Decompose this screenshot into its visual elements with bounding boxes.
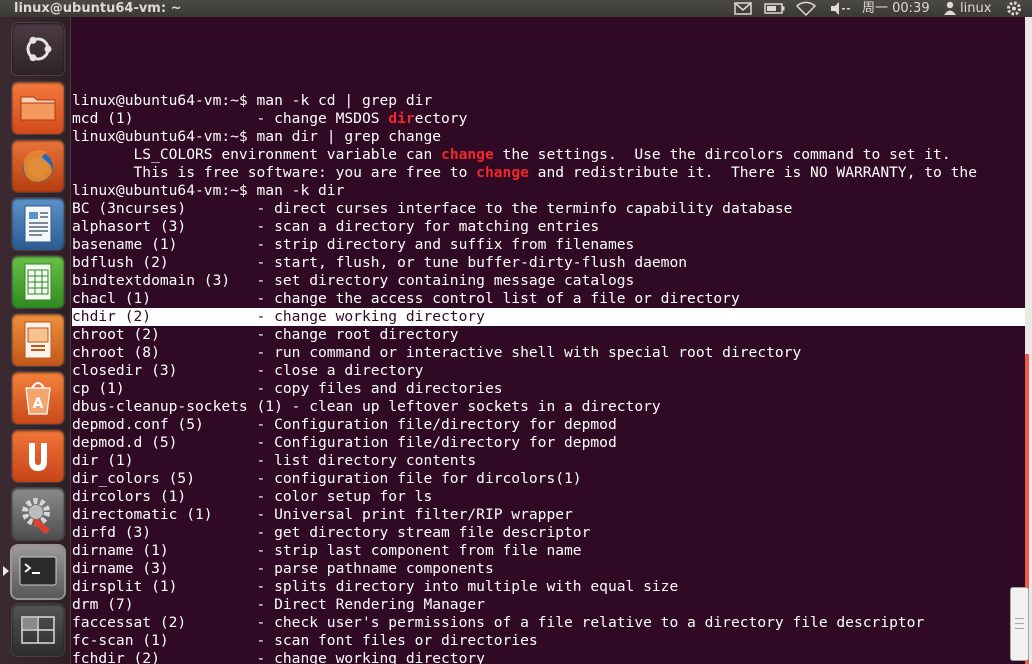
launcher-writer-button[interactable] [12,198,64,250]
terminal-line: chroot (2) - change root directory [72,326,459,343]
firefox-icon [23,150,53,182]
terminal-line: dbus-cleanup-sockets (1) - clean up left… [72,398,661,415]
grep-match: change [441,146,494,163]
terminal-line: directomatic (1) - Universal print filte… [72,506,573,523]
spreadsheet-icon [24,263,52,301]
launcher: A [0,17,71,664]
session-gear-icon[interactable] [1004,0,1024,17]
top-panel: linux@ubuntu64-vm: ~ 周一 00:39 linux [0,0,1032,17]
terminal-line: dirname (3) - parse pathname components [72,560,494,577]
terminal-line: fc-scan (1) - scan font files or directo… [72,632,538,649]
terminal-line: LS_COLORS environment variable can chang… [72,146,1027,164]
user-icon[interactable] [943,0,957,17]
line-segment: LS_COLORS environment variable can [72,146,442,163]
terminal-line: dirsplit (1) - splits directory into mul… [72,578,679,595]
gear-icon [22,498,50,534]
terminal-line: dir (1) - list directory contents [72,452,477,469]
ubuntu-logo-icon [26,36,52,62]
launcher-system-settings-button[interactable] [12,488,64,540]
terminal-line: chroot (8) - run command or interactive … [72,344,802,361]
active-window-indicator [3,566,9,576]
terminal-line: dir_colors (5) - configuration file for … [72,470,582,487]
launcher-files-button[interactable] [12,82,64,134]
launcher-ubuntu-one-button[interactable] [12,430,64,482]
terminal-line: BC (3ncurses) - direct curses interface … [72,200,793,217]
software-center-icon: A [25,382,51,415]
user-name[interactable]: linux [960,0,991,17]
window-title: linux@ubuntu64-vm: ~ [14,1,182,16]
mail-icon[interactable] [734,0,752,17]
terminal-line: dirfd (3) - get directory stream file de… [72,524,591,541]
launcher-terminal-button[interactable] [12,546,64,598]
terminal-line: basename (1) - strip directory and suffi… [72,236,635,253]
document-icon [24,205,52,243]
terminal-line: drm (7) - Direct Rendering Manager [72,596,485,613]
line-segment: and redistribute it. There is NO WARRANT… [528,164,977,181]
terminal-line: alphasort (3) - scan a directory for mat… [72,218,600,235]
grep-match: change [476,164,529,181]
terminal-line: linux@ubuntu64-vm:~$ man -k cd | grep di… [72,92,433,109]
volume-icon[interactable] [829,0,853,17]
terminal-line: bindtextdomain (3) - set directory conta… [72,272,635,289]
terminal-line: linux@ubuntu64-vm:~$ man -k dir [72,182,345,199]
line-segment: ectory [414,110,468,127]
terminal-line: This is free software: you are free to c… [72,164,1027,182]
terminal-line: depmod.d (5) - Configuration file/direct… [72,434,617,451]
terminal-line: depmod.conf (5) - Configuration file/dir… [72,416,617,433]
battery-icon[interactable] [764,0,786,17]
ubuntu-one-icon [29,443,47,471]
terminal-line: mcd (1) - change MSDOS directory [72,110,1027,128]
launcher-software-center-button[interactable]: A [12,372,64,424]
grep-match: dir [388,110,415,127]
line-segment: the settings. Use the dircolors command … [493,146,951,163]
terminal-line: dircolors (1) - color setup for ls [72,488,433,505]
terminal-line: linux@ubuntu64-vm:~$ man dir | grep chan… [72,128,442,145]
terminal-line: bdflush (2) - start, flush, or tune buff… [72,254,688,271]
terminal-line: cp (1) - copy files and directories [72,380,503,397]
line-segment: mcd (1) - change MSDOS [72,110,389,127]
launcher-firefox-button[interactable] [12,140,64,192]
terminal-icon [19,556,57,586]
workspaces-icon [21,616,55,644]
clock[interactable]: 周一 00:39 [862,0,930,17]
launcher-impress-button[interactable] [12,314,64,366]
launcher-calc-button[interactable] [12,256,64,308]
terminal-window[interactable]: linux@ubuntu64-vm:~$ man -k cd | grep di… [71,17,1029,664]
line-segment: This is free software: you are free to [72,164,477,181]
launcher-dash-button[interactable] [12,23,64,75]
terminal-line: fchdir (2) - change working directory [72,650,485,664]
terminal-output: linux@ubuntu64-vm:~$ man -k cd | grep di… [72,92,1027,664]
svg-text:A: A [33,396,44,412]
terminal-line: dirname (1) - strip last component from … [72,542,582,559]
folder-icon [20,96,56,121]
presentation-icon [24,321,52,359]
terminal-line: faccessat (2) - check user's permissions… [72,614,925,631]
network-wifi-icon[interactable] [796,0,816,17]
scrollbar-thumb[interactable] [1010,587,1029,661]
terminal-line-selected: chdir (2) - change working directory [72,308,1027,326]
terminal-line: chacl (1) - change the access control li… [72,290,740,307]
launcher-workspace-switcher-button[interactable] [12,604,64,656]
terminal-line: closedir (3) - close a directory [72,362,424,379]
